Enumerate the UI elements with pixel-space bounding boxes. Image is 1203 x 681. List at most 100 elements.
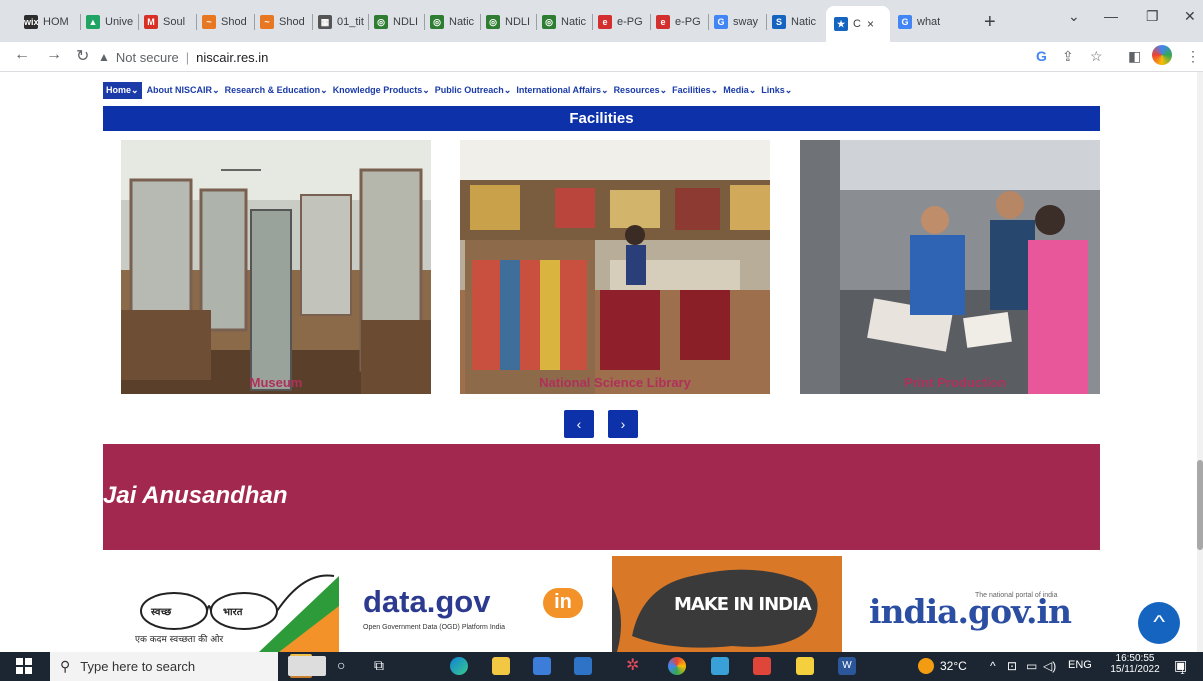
facility-card-museum[interactable]: Museum xyxy=(121,140,431,394)
chrome-icon[interactable] xyxy=(668,657,686,675)
browser-tab[interactable]: ~ Shod xyxy=(256,8,310,36)
nav-item[interactable]: Resources⌄ xyxy=(614,85,668,96)
facilities-heading: Facilities xyxy=(103,106,1100,131)
scrollbar-thumb[interactable] xyxy=(1197,460,1203,550)
browser-tab[interactable]: ◎ Natic xyxy=(538,8,590,36)
temperature-text[interactable]: 32°C xyxy=(940,659,967,673)
nav-item[interactable]: Research & Education⌄ xyxy=(225,85,328,96)
tab-label: Natic xyxy=(449,16,475,28)
tab-separator xyxy=(368,14,369,30)
nav-home[interactable]: Home⌄ xyxy=(103,81,142,99)
tab-label: Unive xyxy=(105,16,134,28)
facility-caption[interactable]: Museum xyxy=(121,375,431,390)
language-indicator[interactable]: ENG xyxy=(1068,659,1092,671)
forward-arrow-icon[interactable]: → xyxy=(46,46,62,64)
reload-icon[interactable]: ↻ xyxy=(76,46,89,66)
browser-tab[interactable]: wix HOM xyxy=(20,8,78,36)
browser-tab[interactable]: ▦ 01_tit xyxy=(314,8,366,36)
browser-tab[interactable]: e e-PG xyxy=(594,8,648,36)
nav-item[interactable]: Links⌄ xyxy=(761,85,792,96)
close-window-icon[interactable]: ✕ xyxy=(1184,8,1196,25)
security-label[interactable]: Not secure xyxy=(116,50,179,65)
display-icon[interactable]: ▭ xyxy=(1026,659,1037,673)
bookmark-star-icon[interactable]: ☆ xyxy=(1090,48,1103,65)
pinwheel-app-icon[interactable]: ✲ xyxy=(626,655,644,674)
edge-browser-icon[interactable] xyxy=(450,657,468,675)
chevron-down-icon: ⌄ xyxy=(710,84,719,95)
browser-tab[interactable]: ◎ NDLI xyxy=(482,8,534,36)
facility-card-library[interactable]: National Science Library xyxy=(460,140,770,394)
anydesk-icon[interactable] xyxy=(753,657,771,675)
scroll-to-top-button[interactable]: ^ xyxy=(1138,602,1180,644)
cortana-icon[interactable]: ○ xyxy=(337,657,345,673)
close-tab-icon[interactable]: × xyxy=(867,17,874,31)
tab-label: Shod xyxy=(221,16,247,28)
facility-caption[interactable]: Print Production xyxy=(800,375,1110,390)
browser-tab[interactable]: e e-PG xyxy=(652,8,706,36)
network-icon[interactable]: ⊡ xyxy=(1007,659,1017,673)
carousel-next-button[interactable]: › xyxy=(608,410,638,438)
url-text[interactable]: niscair.res.in xyxy=(196,50,268,65)
tab-separator xyxy=(650,14,651,30)
browser-tab[interactable]: ◎ NDLI xyxy=(370,8,422,36)
menu-dots-icon[interactable]: ⋮ xyxy=(1186,48,1200,65)
address-bar[interactable]: ▲ Not secure | niscair.res.in xyxy=(98,46,1018,68)
task-view-icon[interactable]: ⧉ xyxy=(374,657,384,674)
nav-item-label: Resources xyxy=(613,84,660,95)
browser-tab[interactable]: S Natic xyxy=(768,8,822,36)
carousel-prev-button[interactable]: ‹ xyxy=(564,410,594,438)
facility-caption[interactable]: National Science Library xyxy=(460,375,770,390)
shodhganga-icon: ~ xyxy=(202,15,216,29)
windows-taskbar: ⚲ Type here to search ○ ⧉ ✲ W 32°C ^ ⊡ ▭… xyxy=(0,652,1203,681)
browser-tab[interactable]: ◎ Natic xyxy=(426,8,478,36)
india-gov-logo[interactable]: The national portal of india india.gov.i… xyxy=(867,556,1092,652)
warning-icon[interactable]: ▲ xyxy=(98,50,110,64)
notification-center-icon[interactable]: ▣1 xyxy=(1174,657,1192,676)
browser-tab[interactable]: Gsway xyxy=(710,8,764,36)
image-file-icon: ▦ xyxy=(318,15,332,29)
make-in-india-logo[interactable]: MAKE IN INDIA xyxy=(612,556,842,652)
taskbar-search-box[interactable]: ⚲ Type here to search xyxy=(50,652,312,681)
browser-tab[interactable]: Gwhat xyxy=(894,8,950,36)
browser-tab[interactable]: M Soul xyxy=(140,8,194,36)
tab-label: e-PG xyxy=(617,16,643,28)
new-tab-button[interactable]: + xyxy=(984,11,996,34)
store-icon[interactable] xyxy=(533,657,551,675)
browser-tab[interactable]: ▲ Unive xyxy=(82,8,136,36)
minimize-icon[interactable]: — xyxy=(1104,8,1118,24)
mail-icon[interactable] xyxy=(574,657,592,675)
notes-icon[interactable] xyxy=(796,657,814,675)
nav-item[interactable]: Media⌄ xyxy=(723,85,756,96)
data-gov-logo[interactable]: data.gov in Open Government Data (OGD) P… xyxy=(361,556,593,652)
google-lens-icon[interactable]: G xyxy=(1036,48,1047,64)
back-arrow-icon[interactable]: ← xyxy=(14,46,30,64)
nav-item[interactable]: Facilities⌄ xyxy=(672,85,718,96)
clock[interactable]: 16:50:55 15/11/2022 xyxy=(1110,653,1160,675)
show-hidden-icons-chevron-icon[interactable]: ^ xyxy=(990,659,996,673)
side-panel-icon[interactable]: ◧ xyxy=(1128,48,1141,65)
nav-item[interactable]: International Affairs⌄ xyxy=(516,85,608,96)
word-icon[interactable]: W xyxy=(838,657,856,675)
restore-icon[interactable]: ❐ xyxy=(1146,8,1159,25)
browser-tab[interactable]: ~ Shod xyxy=(198,8,252,36)
weather-sun-icon[interactable] xyxy=(918,658,934,674)
file-explorer-icon[interactable] xyxy=(492,657,510,675)
search-highlight-image[interactable] xyxy=(288,656,326,676)
tab-search-chevron-icon[interactable]: ⌄ xyxy=(1068,8,1080,25)
swachh-bharat-logo[interactable]: स्वच्छ भारत एक कदम स्वच्छता की ओर xyxy=(109,556,339,652)
page-scrollbar[interactable] xyxy=(1197,72,1203,652)
nav-item[interactable]: Public Outreach⌄ xyxy=(435,85,512,96)
gmail-icon: M xyxy=(144,15,158,29)
epg-icon: e xyxy=(656,15,670,29)
taskbar-search-placeholder: Type here to search xyxy=(80,659,196,674)
site-main-nav: Home⌄ About NISCAIR⌄ Research & Education… xyxy=(103,80,792,100)
share-icon[interactable]: ⇪ xyxy=(1062,48,1074,65)
windows-start-icon[interactable] xyxy=(16,658,32,674)
facility-card-print[interactable]: Print Production xyxy=(800,140,1110,394)
profile-avatar[interactable] xyxy=(1152,45,1172,65)
browser-tab[interactable]: ★ C × xyxy=(826,6,890,42)
nav-item[interactable]: About NISCAIR⌄ xyxy=(147,85,220,96)
volume-icon[interactable]: ◁) xyxy=(1043,659,1056,673)
app-blue-icon[interactable] xyxy=(711,657,729,675)
nav-item[interactable]: Knowledge Products⌄ xyxy=(333,85,430,96)
